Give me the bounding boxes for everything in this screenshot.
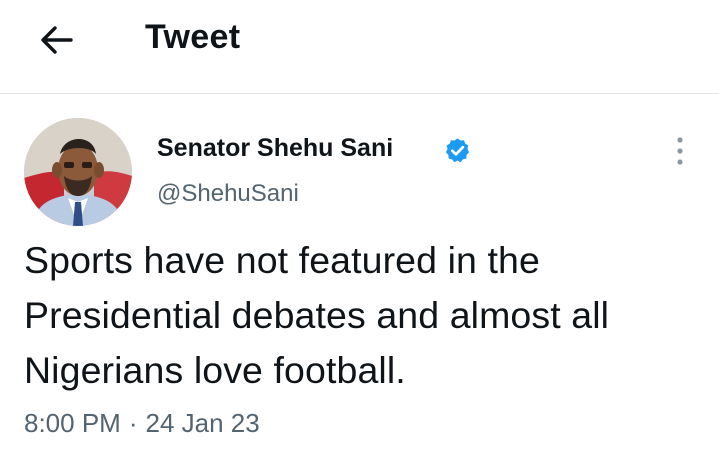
verified-badge-icon	[445, 138, 470, 163]
arrow-left-icon	[41, 26, 73, 54]
page-title: Tweet	[145, 18, 241, 56]
avatar-image	[24, 118, 132, 226]
author-name[interactable]: Senator Shehu Sani	[157, 134, 393, 163]
meta-separator: ·	[128, 408, 138, 438]
tweet-date: 24 Jan 23	[145, 408, 260, 438]
tweet-text: Sports have not featured in the Presiden…	[24, 239, 610, 391]
tweet-timestamp[interactable]: 8:00 PM · 24 Jan 23	[24, 408, 260, 439]
more-vertical-icon	[677, 137, 683, 165]
back-button[interactable]	[34, 20, 78, 60]
avatar[interactable]	[24, 118, 132, 226]
tweet-time: 8:00 PM	[24, 408, 121, 438]
top-bar: Tweet	[0, 0, 719, 94]
author-handle[interactable]: @ShehuSani	[157, 180, 299, 208]
more-options-button[interactable]	[668, 133, 692, 169]
